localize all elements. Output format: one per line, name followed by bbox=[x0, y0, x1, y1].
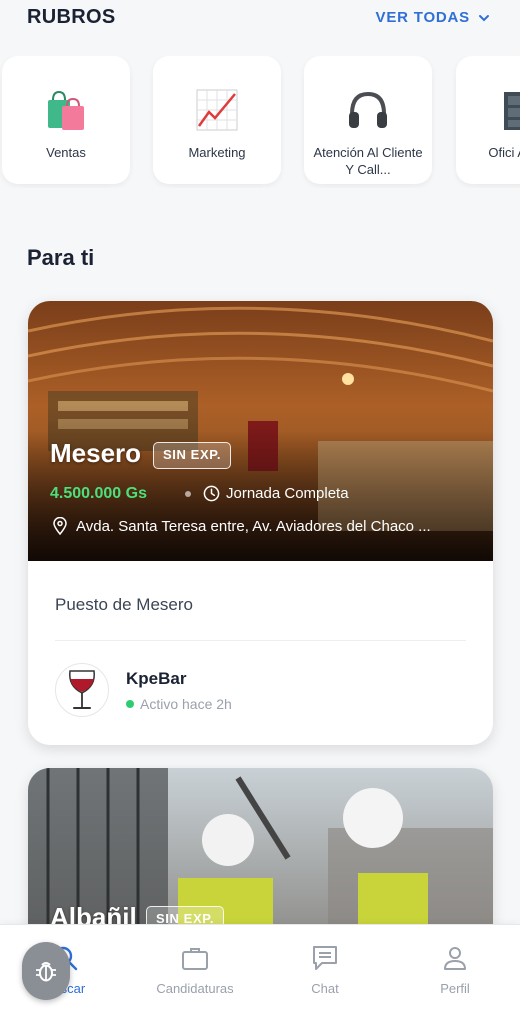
experience-badge: SIN EXP. bbox=[153, 442, 232, 469]
debug-button[interactable] bbox=[22, 942, 70, 1000]
filing-cabinet-icon bbox=[496, 86, 520, 134]
category-label: Ofici Adminis bbox=[488, 145, 520, 160]
see-all-label: VER TODAS bbox=[375, 9, 470, 26]
category-label: Marketing bbox=[188, 145, 246, 160]
clock-icon bbox=[203, 485, 220, 502]
company-name[interactable]: KpeBar bbox=[126, 669, 186, 689]
category-card-oficina[interactable]: Ofici Adminis bbox=[456, 56, 520, 184]
briefcase-icon bbox=[182, 948, 208, 970]
nav-item-perfil[interactable]: Perfil bbox=[400, 943, 510, 996]
user-icon bbox=[444, 947, 466, 970]
feed-title: Para ti bbox=[27, 245, 95, 270]
nav-label: Chat bbox=[311, 981, 339, 996]
chat-icon bbox=[313, 946, 337, 970]
job-title: Mesero bbox=[50, 438, 142, 468]
category-label: Atención Al Cliente Y Call... bbox=[313, 145, 423, 177]
section-title: RUBROS bbox=[27, 6, 116, 28]
headphones-icon bbox=[344, 86, 392, 134]
category-card-atencion[interactable]: Atención Al Cliente Y Call... bbox=[304, 56, 432, 184]
rubros-header: RUBROS VER TODAS bbox=[0, 0, 520, 40]
chevron-down-icon bbox=[479, 14, 489, 21]
wine-glass-icon bbox=[69, 670, 95, 709]
company-status: Activo hace 2h bbox=[126, 696, 232, 712]
nav-label: Perfil bbox=[440, 981, 470, 996]
category-label: Ventas bbox=[46, 145, 86, 160]
company-status-label: Activo hace 2h bbox=[140, 696, 232, 712]
nav-item-chat[interactable]: Chat bbox=[270, 943, 380, 996]
online-status-dot bbox=[126, 700, 134, 708]
chart-rising-icon bbox=[193, 86, 241, 134]
bottom-navigation: Buscar Candidaturas Chat Perfil bbox=[0, 924, 520, 1024]
categories-carousel[interactable]: Ventas Marketing Atención Al Cliente Y C… bbox=[0, 56, 520, 188]
shopping-bags-icon bbox=[42, 86, 90, 134]
schedule-label: Jornada Completa bbox=[226, 485, 349, 502]
see-all-button[interactable]: VER TODAS bbox=[376, 9, 490, 26]
nav-item-candidaturas[interactable]: Candidaturas bbox=[140, 943, 250, 996]
schedule: Jornada Completa bbox=[203, 485, 349, 502]
location: Avda. Santa Teresa entre, Av. Aviadores … bbox=[52, 517, 431, 535]
nav-label: Candidaturas bbox=[156, 981, 234, 996]
salary: 4.500.000 Gs bbox=[50, 485, 147, 502]
company-avatar[interactable] bbox=[55, 663, 109, 717]
separator-dot bbox=[185, 491, 191, 497]
bug-icon bbox=[36, 962, 56, 982]
job-description: Puesto de Mesero bbox=[55, 595, 193, 614]
location-label: Avda. Santa Teresa entre, Av. Aviadores … bbox=[76, 517, 431, 535]
divider bbox=[55, 640, 466, 641]
job-image: Mesero SIN EXP. 4.500.000 Gs Jornada Com… bbox=[28, 301, 493, 561]
category-card-ventas[interactable]: Ventas bbox=[2, 56, 130, 184]
job-card[interactable]: Mesero SIN EXP. 4.500.000 Gs Jornada Com… bbox=[28, 301, 493, 745]
category-card-marketing[interactable]: Marketing bbox=[153, 56, 281, 184]
location-pin-icon bbox=[53, 517, 67, 535]
